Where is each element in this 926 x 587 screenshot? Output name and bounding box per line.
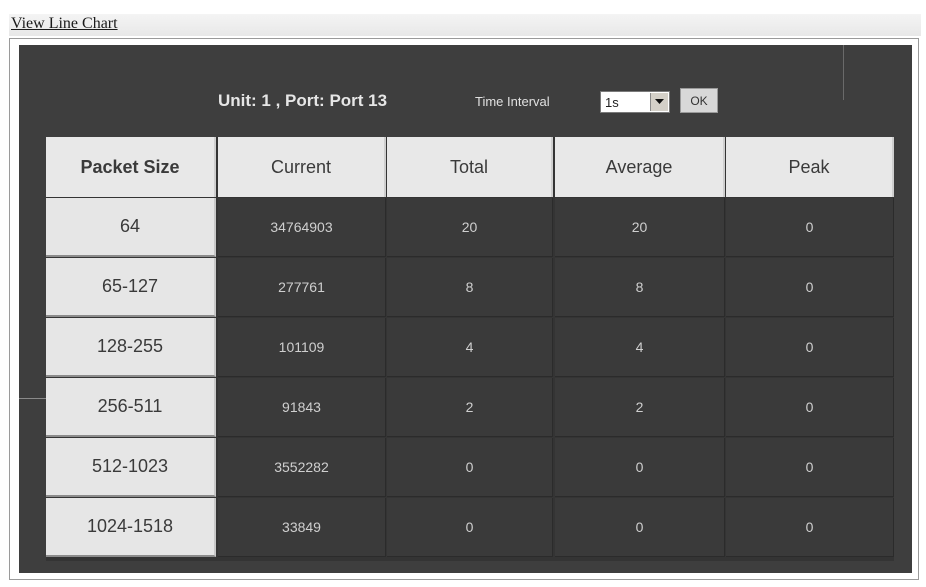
packet-size-cell: 1024-1518 <box>46 498 216 557</box>
peak-cell: 0 <box>726 438 894 497</box>
link-bar <box>9 14 921 36</box>
total-cell: 8 <box>387 258 553 317</box>
total-cell: 20 <box>387 198 553 257</box>
panel-divider <box>843 45 844 100</box>
peak-cell: 0 <box>726 318 894 377</box>
current-cell: 101109 <box>218 318 386 377</box>
packet-size-table: Packet Size Current Total Average Peak 64 3476… <box>46 137 894 561</box>
ok-button[interactable]: OK <box>680 88 718 113</box>
current-cell: 91843 <box>218 378 386 437</box>
dropdown-arrow-icon[interactable] <box>650 93 668 111</box>
packet-size-cell: 128-255 <box>46 318 216 377</box>
current-cell: 34764903 <box>218 198 386 257</box>
time-interval-value: 1s <box>605 95 619 110</box>
average-cell: 4 <box>555 318 725 377</box>
average-cell: 0 <box>555 438 725 497</box>
packet-size-cell: 256-511 <box>46 378 216 437</box>
frame-tick <box>19 398 47 399</box>
column-header-average: Average <box>555 137 725 197</box>
average-cell: 20 <box>555 198 725 257</box>
total-cell: 0 <box>387 438 553 497</box>
column-header-peak: Peak <box>726 137 894 197</box>
time-interval-label: Time Interval <box>475 94 550 109</box>
total-cell: 4 <box>387 318 553 377</box>
current-cell: 33849 <box>218 498 386 557</box>
time-interval-select[interactable]: 1s <box>600 91 670 113</box>
peak-cell: 0 <box>726 378 894 437</box>
average-cell: 8 <box>555 258 725 317</box>
average-cell: 2 <box>555 378 725 437</box>
unit-port-title: Unit: 1 , Port: Port 13 <box>218 91 388 110</box>
peak-cell: 0 <box>726 198 894 257</box>
current-cell: 3552282 <box>218 438 386 497</box>
packet-size-cell: 65-127 <box>46 258 216 317</box>
total-cell: 0 <box>387 498 553 557</box>
column-header-packet-size: Packet Size <box>46 137 216 197</box>
average-cell: 0 <box>555 498 725 557</box>
packet-size-cell: 64 <box>46 198 216 257</box>
view-line-chart-link[interactable]: View Line Chart <box>11 15 118 33</box>
column-header-current: Current <box>218 137 386 197</box>
peak-cell: 0 <box>726 498 894 557</box>
peak-cell: 0 <box>726 258 894 317</box>
column-header-total: Total <box>387 137 553 197</box>
packet-size-cell: 512-1023 <box>46 438 216 497</box>
current-cell: 277761 <box>218 258 386 317</box>
total-cell: 2 <box>387 378 553 437</box>
